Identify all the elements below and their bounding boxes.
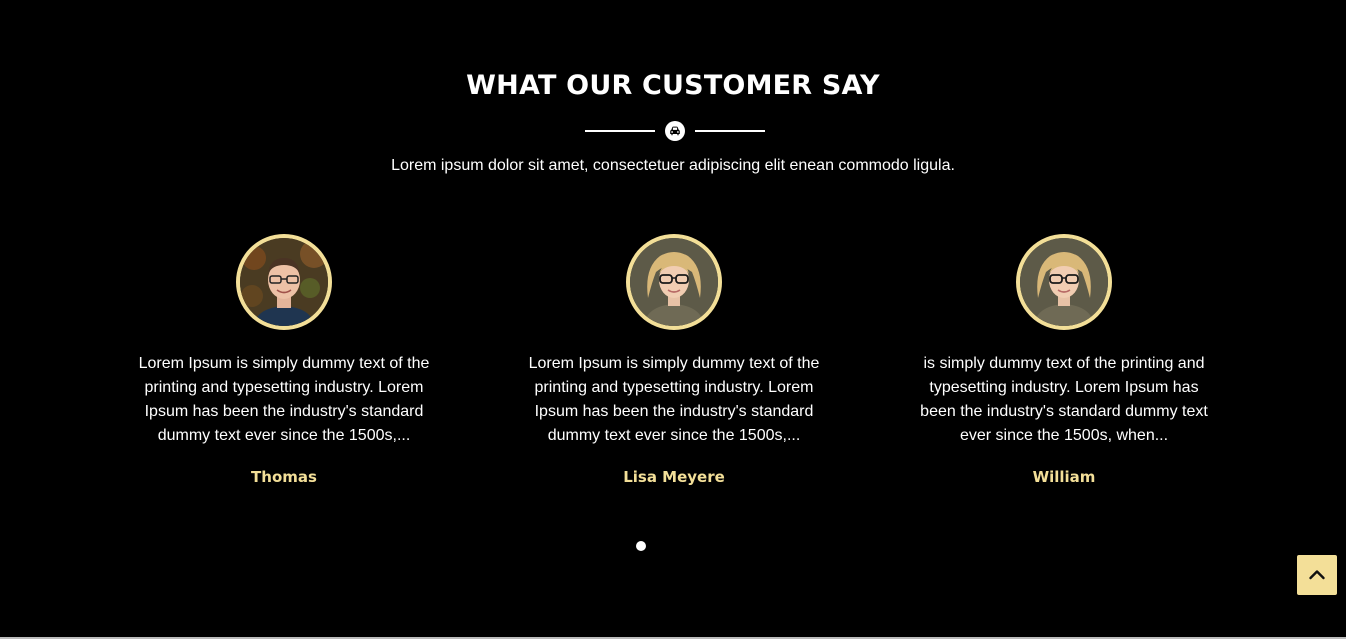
section-title: WHAT OUR CUSTOMER SAY bbox=[466, 70, 880, 101]
testimonial-name: Lisa Meyere bbox=[623, 468, 725, 486]
section-subtitle: Lorem ipsum dolor sit amet, consectetuer… bbox=[391, 157, 955, 174]
testimonial-card: Lorem Ipsum is simply dummy text of the … bbox=[524, 234, 824, 486]
testimonial-card: is simply dummy text of the printing and… bbox=[914, 234, 1214, 486]
testimonial-name: William bbox=[1032, 468, 1096, 486]
testimonial-quote: is simply dummy text of the printing and… bbox=[920, 355, 1208, 444]
testimonial-name: Thomas bbox=[251, 468, 317, 486]
carousel-dot[interactable] bbox=[636, 541, 646, 551]
testimonial-quote: Lorem Ipsum is simply dummy text of the … bbox=[528, 355, 820, 444]
avatar bbox=[236, 234, 332, 330]
testimonials-section: WHAT OUR CUSTOMER SAY Lorem ipsum dolor … bbox=[0, 0, 1346, 639]
back-to-top-button[interactable] bbox=[1297, 555, 1337, 595]
divider-line-left bbox=[585, 130, 655, 132]
chevron-up-icon bbox=[1309, 570, 1325, 580]
avatar bbox=[626, 234, 722, 330]
avatar bbox=[1016, 234, 1112, 330]
testimonial-card: Lorem Ipsum is simply dummy text of the … bbox=[134, 234, 434, 486]
divider-line-right bbox=[695, 130, 765, 132]
car-icon bbox=[665, 121, 685, 141]
testimonial-quote: Lorem Ipsum is simply dummy text of the … bbox=[138, 355, 430, 444]
title-divider bbox=[0, 120, 1346, 142]
